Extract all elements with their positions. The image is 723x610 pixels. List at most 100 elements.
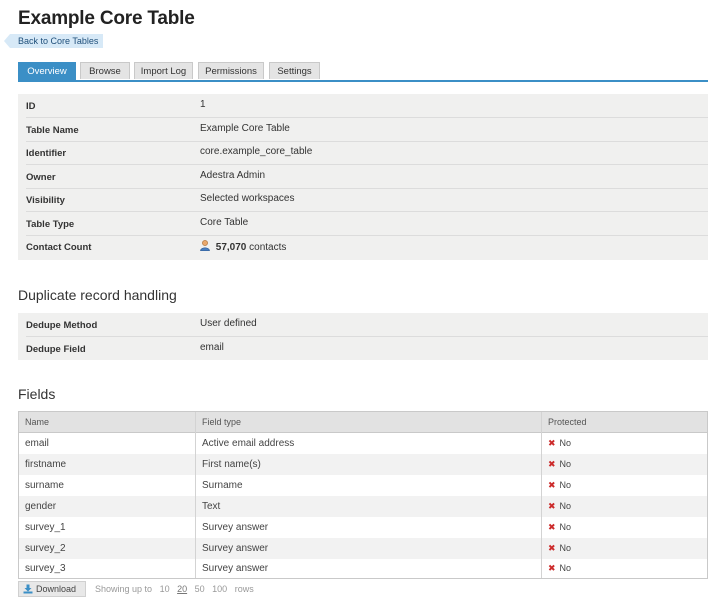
row-label: Identifier xyxy=(26,148,67,159)
table-row[interactable]: email Active email address ✖ No xyxy=(19,433,707,454)
field-protected: ✖ No xyxy=(542,454,708,475)
row-label: Dedupe Method xyxy=(26,320,98,331)
row-label: ID xyxy=(26,101,36,112)
overview-row-contact-count: Contact Count 57,070 contacts xyxy=(26,235,708,258)
field-type: First name(s) xyxy=(202,459,261,470)
page-size-20[interactable]: 20 xyxy=(177,584,187,594)
fields-heading: Fields xyxy=(18,386,56,402)
field-type: Survey answer xyxy=(202,543,269,554)
field-name: survey_3 xyxy=(25,563,66,574)
overview-row-table-type: Table Type Core Table xyxy=(26,212,708,236)
row-value: Core Table xyxy=(200,217,249,228)
table-row[interactable]: survey_3 Survey answer ✖ No xyxy=(19,558,707,579)
overview-row-identifier: Identifier core.example_core_table xyxy=(26,141,708,165)
table-header: Name Field type Protected xyxy=(19,412,707,433)
table-row[interactable]: surname Surname ✖ No xyxy=(19,475,707,496)
tab-permissions[interactable]: Permissions xyxy=(198,62,264,79)
x-icon: ✖ xyxy=(548,522,556,532)
x-icon: ✖ xyxy=(548,563,556,573)
row-value: email xyxy=(200,342,224,353)
field-protected: ✖ No xyxy=(542,496,708,517)
protected-label: No xyxy=(559,543,572,553)
page-size-10[interactable]: 10 xyxy=(160,584,170,594)
field-protected: ✖ No xyxy=(542,475,708,496)
field-protected: ✖ No xyxy=(542,517,708,538)
row-label: Table Type xyxy=(26,219,75,230)
field-protected: ✖ No xyxy=(542,558,708,579)
x-icon: ✖ xyxy=(548,501,556,511)
field-type: Surname xyxy=(202,480,243,491)
showing-prefix: Showing up to xyxy=(95,584,153,594)
table-row[interactable]: survey_1 Survey answer ✖ No xyxy=(19,517,707,538)
column-header-protected[interactable]: Protected xyxy=(542,412,708,432)
column-header-field-type[interactable]: Field type xyxy=(196,412,541,432)
row-label: Table Name xyxy=(26,125,79,136)
dedupe-heading: Duplicate record handling xyxy=(18,287,177,303)
tab-settings[interactable]: Settings xyxy=(269,62,320,79)
protected-label: No xyxy=(559,522,572,532)
column-header-name[interactable]: Name xyxy=(19,412,195,432)
back-to-core-tables-link[interactable]: Back to Core Tables xyxy=(3,34,104,48)
tab-overview[interactable]: Overview xyxy=(18,62,76,80)
row-value: Adestra Admin xyxy=(200,170,266,181)
protected-label: No xyxy=(559,563,572,573)
overview-row-visibility: Visibility Selected workspaces xyxy=(26,188,708,212)
column-divider xyxy=(541,412,542,578)
page-size-selector: Showing up to 10 20 50 100 rows xyxy=(95,584,254,594)
x-icon: ✖ xyxy=(548,438,556,448)
contact-count-value: 57,070 contacts xyxy=(200,240,286,253)
row-value: 1 xyxy=(200,99,206,110)
page-size-100[interactable]: 100 xyxy=(212,584,227,594)
field-name: firstname xyxy=(25,459,67,470)
table-row[interactable]: survey_2 Survey answer ✖ No xyxy=(19,538,707,559)
row-value: Selected workspaces xyxy=(200,193,295,204)
row-value: User defined xyxy=(200,318,257,329)
overview-panel: ID 1 Table Name Example Core Table Ident… xyxy=(18,94,708,260)
download-button[interactable]: Download xyxy=(18,581,86,597)
field-protected: ✖ No xyxy=(542,433,708,454)
protected-label: No xyxy=(559,459,572,469)
rows-suffix: rows xyxy=(234,584,254,594)
x-icon: ✖ xyxy=(548,543,556,553)
field-protected: ✖ No xyxy=(542,538,708,559)
field-type: Survey answer xyxy=(202,563,269,574)
tab-browse[interactable]: Browse xyxy=(80,62,130,79)
row-label: Contact Count xyxy=(26,242,92,253)
dedupe-row-field: Dedupe Field email xyxy=(26,337,708,360)
field-type: Survey answer xyxy=(202,522,269,533)
dedupe-row-method: Dedupe Method User defined xyxy=(26,313,708,337)
tab-import-log[interactable]: Import Log xyxy=(134,62,193,79)
row-value: core.example_core_table xyxy=(200,146,313,157)
field-name: survey_2 xyxy=(25,543,66,554)
page-title: Example Core Table xyxy=(18,8,195,29)
table-row[interactable]: firstname First name(s) ✖ No xyxy=(19,454,707,475)
protected-label: No xyxy=(559,501,572,511)
field-name: gender xyxy=(25,501,57,512)
protected-label: No xyxy=(559,438,572,448)
row-label: Owner xyxy=(26,172,56,183)
overview-row-table-name: Table Name Example Core Table xyxy=(26,118,708,142)
table-row[interactable]: gender Text ✖ No xyxy=(19,496,707,517)
download-icon xyxy=(23,584,33,594)
x-icon: ✖ xyxy=(548,459,556,469)
column-divider xyxy=(195,412,196,578)
page-size-50[interactable]: 50 xyxy=(195,584,205,594)
overview-row-id: ID 1 xyxy=(26,94,708,118)
overview-row-owner: Owner Adestra Admin xyxy=(26,165,708,189)
person-icon xyxy=(200,240,210,251)
field-type: Text xyxy=(202,501,221,512)
contact-count-suffix: contacts xyxy=(249,242,287,253)
field-type: Active email address xyxy=(202,438,295,449)
x-icon: ✖ xyxy=(548,480,556,490)
page: { "page": { "title": "Example Core Table… xyxy=(0,0,723,610)
fields-table: Name Field type Protected email Active e… xyxy=(18,411,708,579)
download-label: Download xyxy=(36,584,77,594)
dedupe-panel: Dedupe Method User defined Dedupe Field … xyxy=(18,313,708,360)
field-name: survey_1 xyxy=(25,522,66,533)
row-value: Example Core Table xyxy=(200,123,290,134)
field-name: email xyxy=(25,438,49,449)
contact-count-number: 57,070 xyxy=(215,242,247,253)
protected-label: No xyxy=(559,480,572,490)
tab-bar: Overview Browse Import Log Permissions S… xyxy=(18,62,708,82)
field-name: surname xyxy=(25,480,64,491)
